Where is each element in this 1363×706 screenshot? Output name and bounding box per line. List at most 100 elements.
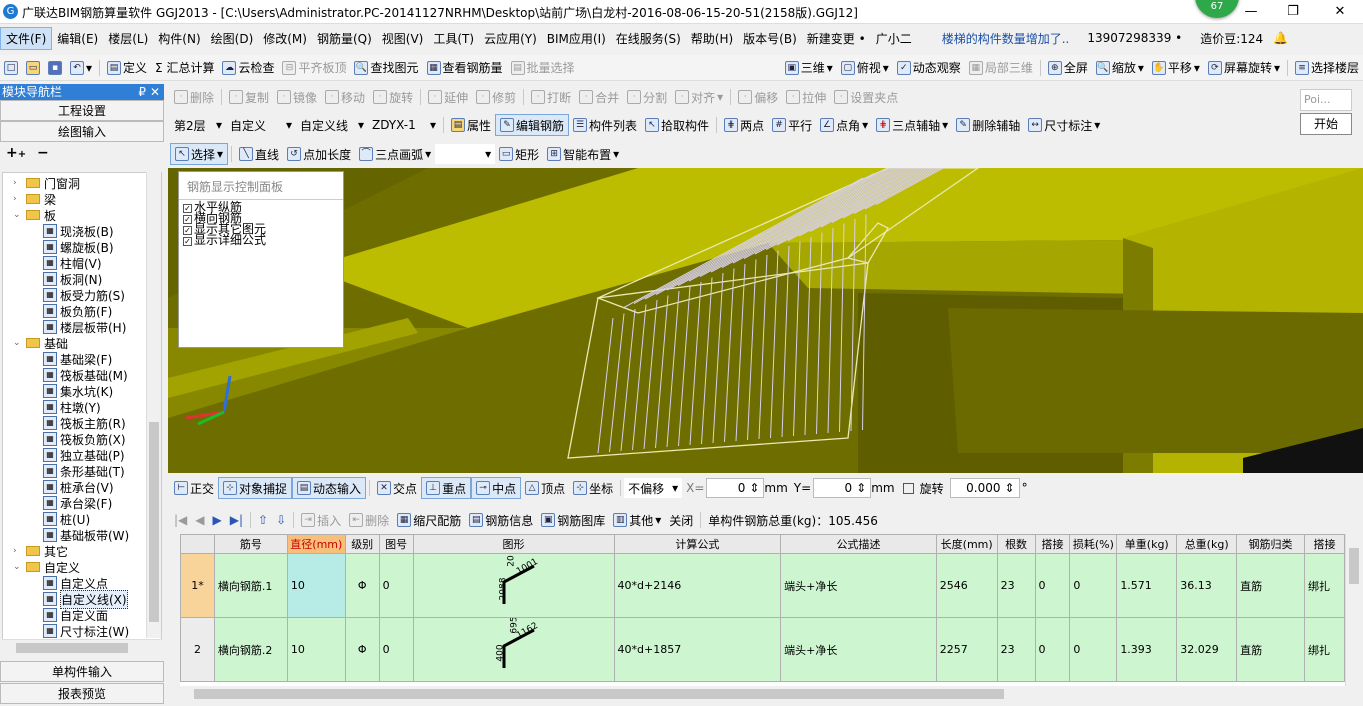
cell-desc[interactable]: 端头+净长: [780, 617, 937, 682]
point-angle-button[interactable]: ∠ 点角 ▾: [816, 114, 872, 136]
col-header-5[interactable]: 计算公式: [613, 534, 782, 554]
menu-item-9[interactable]: 云应用(Y): [479, 28, 542, 49]
col-header-12[interactable]: 总重(kg): [1176, 534, 1238, 554]
cell-desc[interactable]: 端头+净长: [780, 553, 937, 618]
line-tool-button[interactable]: ╲ 直线: [235, 143, 283, 165]
cell-fig[interactable]: 0: [378, 617, 414, 682]
tree-item[interactable]: ▦ 柱帽(V): [43, 255, 102, 271]
two-points-button[interactable]: ⋕ 两点: [720, 114, 768, 136]
toolbar-item-0[interactable]: ▤ 定义: [103, 57, 151, 79]
dynamic-view-button[interactable]: ✓ 动态观察: [893, 57, 965, 79]
floor-select[interactable]: 第2层 ▾: [170, 115, 226, 135]
menu-item-14[interactable]: 新建变更 •: [802, 28, 871, 49]
view-top-button[interactable]: ▢ 俯视 ▾: [837, 57, 893, 79]
minimize-button[interactable]: —: [1236, 2, 1266, 22]
display-option-checkbox[interactable]: ✓: [183, 215, 192, 224]
cell-total_w[interactable]: 36.13: [1176, 553, 1238, 618]
expand-all-icon-b[interactable]: +: [18, 149, 26, 160]
cell-lap2[interactable]: 绑扎: [1303, 553, 1345, 618]
display-option-3[interactable]: ✓ 显示详细公式: [183, 234, 339, 246]
cell-count[interactable]: 23: [996, 617, 1036, 682]
col-header-8[interactable]: 根数: [996, 534, 1036, 554]
tree-item[interactable]: ▦ 基础梁(F): [43, 351, 112, 367]
tree-hscrollbar[interactable]: [2, 639, 162, 655]
display-option-checkbox[interactable]: ✓: [183, 226, 192, 235]
other-button[interactable]: ▥ 其他 ▾: [609, 509, 665, 531]
tree-item[interactable]: ▦ 自定义面: [43, 607, 108, 623]
toolbar-item-5[interactable]: ▦ 查看钢筋量: [423, 57, 507, 79]
tree-item[interactable]: ▦ 基础板带(W): [43, 527, 129, 543]
cell-loss[interactable]: 0: [1069, 553, 1118, 618]
menu-item-6[interactable]: 钢筋量(Q): [312, 28, 377, 49]
cell-cat[interactable]: 直筋: [1236, 553, 1305, 618]
tree-item[interactable]: ▦ 现浇板(B): [43, 223, 114, 239]
new-file-icon[interactable]: □: [0, 57, 22, 79]
tree-item[interactable]: ▦ 筏板基础(M): [43, 367, 128, 383]
cell-name[interactable]: 横向钢筋.1: [213, 553, 288, 618]
next-record-icon[interactable]: ▶: [209, 509, 226, 531]
expand-toggle-icon[interactable]: ›: [13, 546, 22, 556]
menu-item-1[interactable]: 编辑(E): [52, 28, 103, 49]
save-icon[interactable]: ▪: [44, 57, 66, 79]
rebar-info-button[interactable]: ▤ 钢筋信息: [465, 509, 537, 531]
cell-loss[interactable]: 0: [1069, 617, 1118, 682]
component-name-select[interactable]: ZDYX-1 ▾: [368, 115, 440, 135]
tree-item[interactable]: ▦ 桩承台(V): [43, 479, 114, 495]
menu-price[interactable]: 造价豆:124: [1195, 28, 1268, 49]
menu-item-12[interactable]: 帮助(H): [686, 28, 738, 49]
cell-fig[interactable]: 0: [378, 553, 414, 618]
single-component-input-button[interactable]: 单构件输入: [0, 661, 164, 682]
menu-item-3[interactable]: 构件(N): [153, 28, 205, 49]
col-header-14[interactable]: 搭接: [1303, 534, 1345, 554]
edit-tool-3[interactable]: · 移动: [321, 86, 369, 108]
edit-tool-6[interactable]: · 修剪: [472, 86, 520, 108]
cell-dia[interactable]: 10: [286, 617, 346, 682]
rotate-input[interactable]: 0.000 ⇕: [949, 478, 1020, 498]
col-header-13[interactable]: 钢筋归类: [1236, 534, 1305, 554]
menu-item-5[interactable]: 修改(M): [258, 28, 312, 49]
intersection-snap-button[interactable]: ✕ 交点: [373, 477, 421, 499]
edit-tool-13[interactable]: · 设置夹点: [830, 86, 902, 108]
start-button[interactable]: 开始: [1300, 113, 1352, 135]
menu-item-0[interactable]: 文件(F): [0, 26, 53, 50]
rotate-checkbox[interactable]: [902, 482, 914, 494]
col-header-11[interactable]: 单重(kg): [1116, 534, 1178, 554]
tree-item[interactable]: ▦ 自定义线(X): [43, 589, 128, 609]
toolbar-item-4[interactable]: 🔍 查找图元: [350, 57, 422, 79]
expand-toggle-icon[interactable]: ⌄: [13, 562, 22, 572]
col-header-9[interactable]: 搭接: [1034, 534, 1071, 554]
midpoint-snap-button[interactable]: ⊸ 中点: [471, 477, 522, 499]
tree-folder[interactable]: ⌄ 自定义: [13, 559, 80, 575]
menu-notice[interactable]: 楼梯的构件数量增加了..: [937, 28, 1075, 49]
cell-cat[interactable]: 直筋: [1236, 617, 1305, 682]
tree-item[interactable]: ▦ 条形基础(T): [43, 463, 125, 479]
three-point-arc-button[interactable]: ⌒ 三点画弧 ▾: [355, 143, 435, 165]
tree-item[interactable]: ▦ 板洞(N): [43, 271, 102, 287]
grid-vscrollbar[interactable]: [1345, 534, 1362, 686]
edit-tool-11[interactable]: · 偏移: [734, 86, 782, 108]
fullscreen-button[interactable]: ⊕ 全屏: [1044, 57, 1092, 79]
col-header-0[interactable]: 筋号: [213, 534, 288, 554]
move-down-icon[interactable]: ⇩: [272, 509, 290, 531]
col-header-1[interactable]: 直径(mm): [286, 534, 346, 554]
x-input[interactable]: 0 ⇕: [706, 478, 765, 498]
menu-item-13[interactable]: 版本号(B): [738, 28, 802, 49]
expand-toggle-icon[interactable]: ›: [13, 178, 22, 188]
cell-lap[interactable]: 0: [1034, 617, 1071, 682]
menu-item-15[interactable]: 广小二: [871, 28, 917, 49]
pick-component-button[interactable]: ↖ 拾取构件: [641, 114, 713, 136]
partial-3d-button[interactable]: ▦ 局部三维: [965, 57, 1037, 79]
toolbar-item-3[interactable]: ⊟ 平齐板顶: [278, 57, 350, 79]
parallel-button[interactable]: # 平行: [768, 114, 816, 136]
cell-grade[interactable]: Φ: [344, 617, 380, 682]
cell-formula[interactable]: 40*d+1857: [613, 617, 782, 682]
tree-folder[interactable]: ⌄ 板: [13, 207, 56, 223]
nav-close-icon[interactable]: ✕: [150, 84, 160, 100]
dimension-button[interactable]: ↔ 尺寸标注 ▾: [1024, 114, 1104, 136]
zoom-button[interactable]: 🔍 缩放 ▾: [1092, 57, 1148, 79]
edit-tool-2[interactable]: · 镜像: [273, 86, 321, 108]
col-header-6[interactable]: 公式描述: [780, 534, 937, 554]
select-floor-button[interactable]: ≡ 选择楼层: [1291, 57, 1363, 79]
tree-item[interactable]: ▦ 承台梁(F): [43, 495, 112, 511]
edit-tool-9[interactable]: · 分割: [623, 86, 671, 108]
